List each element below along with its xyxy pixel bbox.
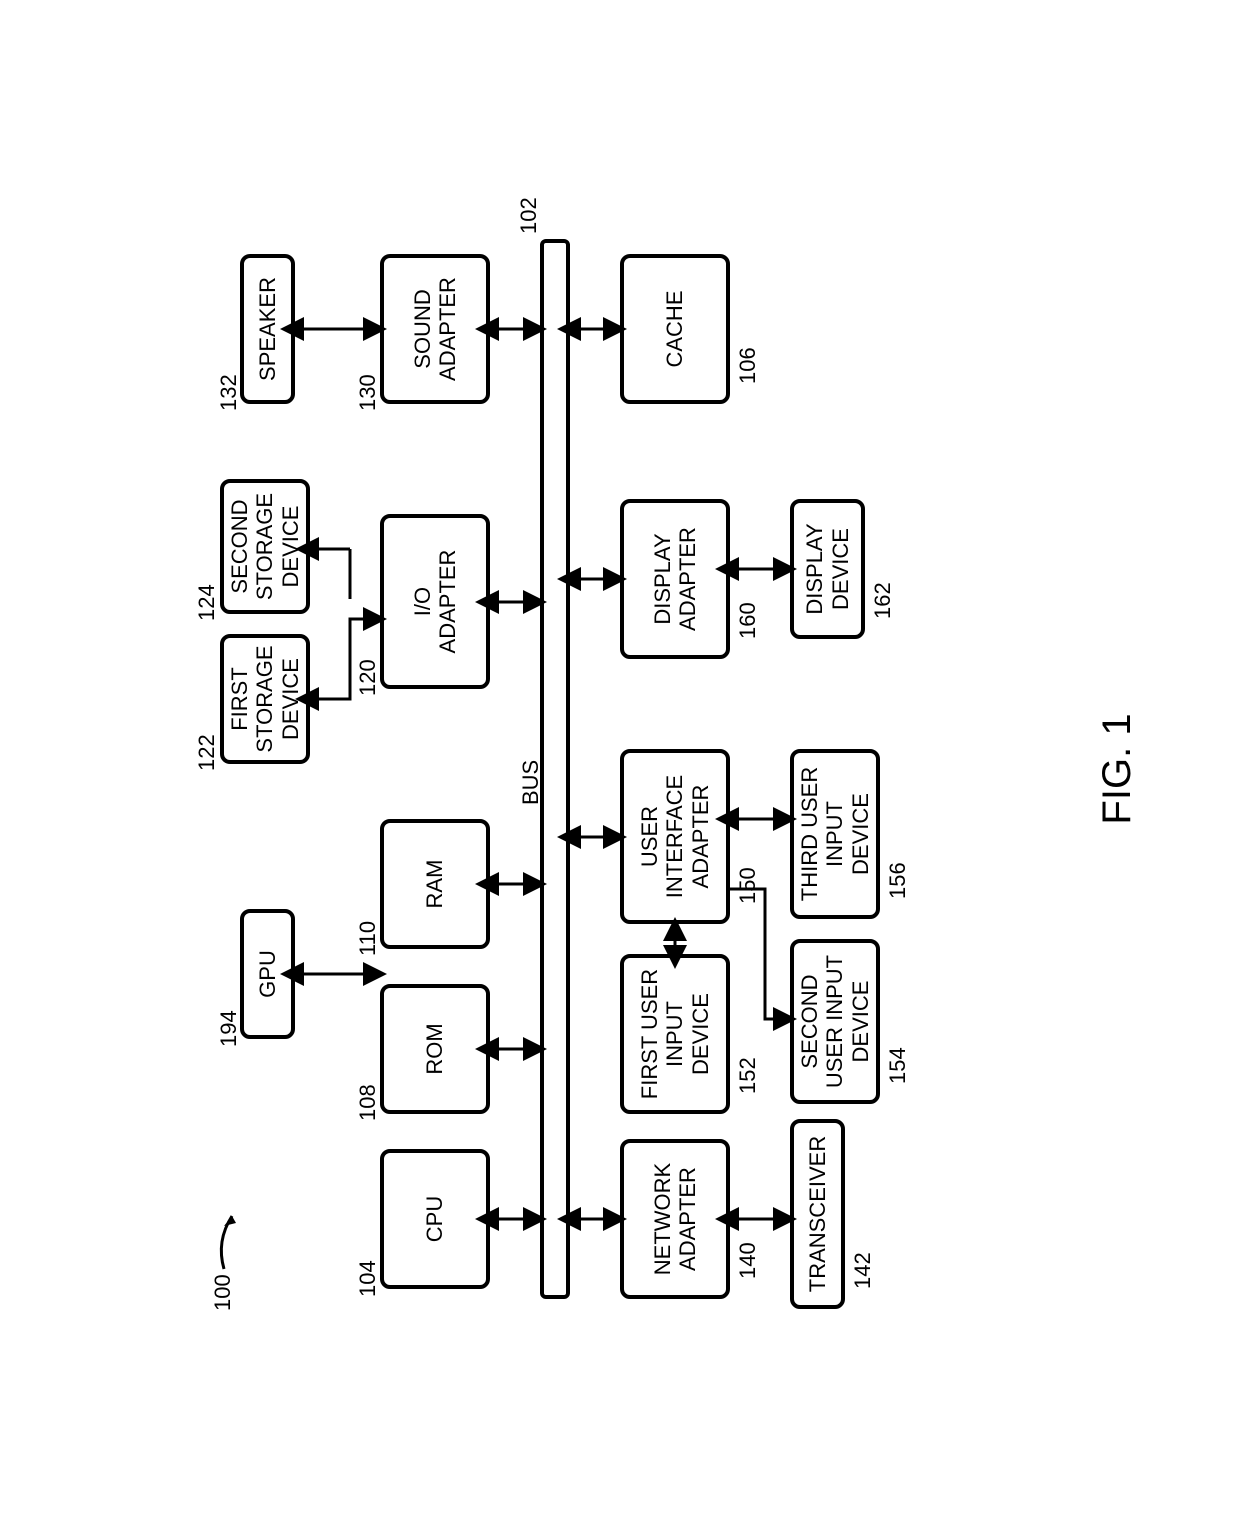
speaker-block: SPEAKER — [240, 254, 295, 404]
system-ref-arrow-icon — [214, 1201, 244, 1271]
cache-ref: 106 — [735, 347, 761, 384]
io-adapter-block: I/O ADAPTER — [380, 514, 490, 689]
rom-block: ROM — [380, 984, 490, 1114]
sound-adapter-block: SOUND ADAPTER — [380, 254, 490, 404]
display-adapter-label: DISPLAY ADAPTER — [650, 527, 701, 631]
first-storage-ref: 122 — [194, 734, 220, 771]
gpu-block: GPU — [240, 909, 295, 1039]
first-storage-label: FIRST STORAGE DEVICE — [227, 645, 303, 752]
ram-label: RAM — [422, 860, 447, 909]
bus-label: BUS — [518, 760, 544, 805]
display-adapter-ref: 160 — [735, 602, 761, 639]
display-adapter-block: DISPLAY ADAPTER — [620, 499, 730, 659]
second-storage-ref: 124 — [194, 584, 220, 621]
third-user-input-ref: 156 — [885, 862, 911, 899]
ui-adapter-block: USER INTERFACE ADAPTER — [620, 749, 730, 924]
ui-adapter-label: USER INTERFACE ADAPTER — [637, 775, 713, 898]
second-user-input-ref: 154 — [885, 1047, 911, 1084]
system-ref-label: 100 — [210, 1274, 236, 1311]
ram-block: RAM — [380, 819, 490, 949]
network-adapter-ref: 140 — [735, 1242, 761, 1279]
speaker-label: SPEAKER — [255, 277, 280, 381]
figure-caption: FIG. 1 — [1095, 713, 1140, 824]
transceiver-ref: 142 — [850, 1252, 876, 1289]
ram-ref: 110 — [355, 921, 381, 956]
cpu-ref: 104 — [355, 1260, 381, 1297]
block-diagram: 100 GPU 194 FIRST STORAGE DEVICE 122 SEC… — [210, 219, 1030, 1319]
transceiver-block: TRANSCEIVER — [790, 1119, 845, 1309]
bus-block: BUS — [540, 239, 570, 1299]
transceiver-label: TRANSCEIVER — [805, 1136, 830, 1292]
gpu-ref: 194 — [216, 1010, 242, 1047]
bus-ref: 102 — [516, 197, 542, 234]
display-device-label: DISPLAY DEVICE — [802, 523, 853, 614]
cache-label: CACHE — [662, 291, 687, 368]
sound-adapter-ref: 130 — [355, 374, 381, 411]
io-adapter-ref: 120 — [355, 659, 381, 696]
display-device-ref: 162 — [870, 582, 896, 619]
second-user-input-label: SECOND USER INPUT DEVICE — [797, 955, 873, 1088]
display-device-block: DISPLAY DEVICE — [790, 499, 865, 639]
rom-label: ROM — [422, 1023, 447, 1074]
cache-block: CACHE — [620, 254, 730, 404]
first-user-input-block: FIRST USER INPUT DEVICE — [620, 954, 730, 1114]
cpu-block: CPU — [380, 1149, 490, 1289]
sound-adapter-label: SOUND ADAPTER — [410, 277, 461, 381]
second-user-input-block: SECOND USER INPUT DEVICE — [790, 939, 880, 1104]
rom-ref: 108 — [355, 1084, 381, 1121]
ui-adapter-ref: 150 — [735, 867, 761, 904]
network-adapter-block: NETWORK ADAPTER — [620, 1139, 730, 1299]
speaker-ref: 132 — [216, 374, 242, 411]
second-storage-label: SECOND STORAGE DEVICE — [227, 493, 303, 600]
io-adapter-label: I/O ADAPTER — [410, 550, 461, 654]
network-adapter-label: NETWORK ADAPTER — [650, 1163, 701, 1275]
first-user-input-ref: 152 — [735, 1057, 761, 1094]
third-user-input-block: THIRD USER INPUT DEVICE — [790, 749, 880, 919]
first-user-input-label: FIRST USER INPUT DEVICE — [637, 969, 713, 1099]
cpu-label: CPU — [422, 1196, 447, 1242]
gpu-label: GPU — [255, 950, 280, 998]
first-storage-block: FIRST STORAGE DEVICE — [220, 634, 310, 764]
third-user-input-label: THIRD USER INPUT DEVICE — [797, 767, 873, 901]
second-storage-block: SECOND STORAGE DEVICE — [220, 479, 310, 614]
